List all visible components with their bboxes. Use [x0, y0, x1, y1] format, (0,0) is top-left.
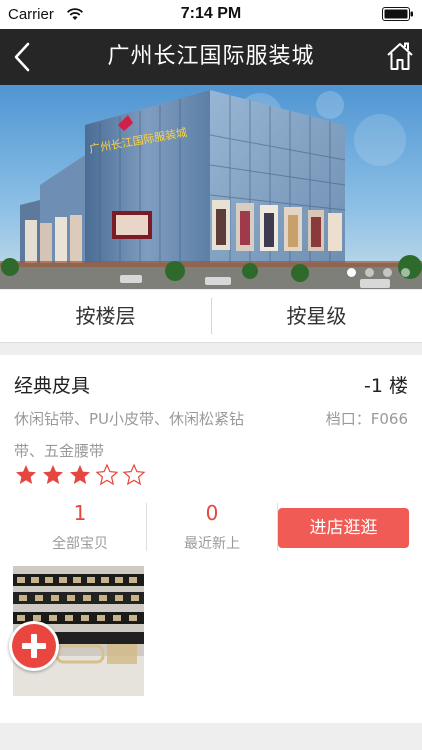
battery-icon [382, 7, 413, 21]
stat-label: 最近新上 [184, 536, 240, 552]
status-bar: Carrier 7:14 PM [0, 0, 422, 29]
star-empty-icon [95, 463, 119, 486]
tab-by-rating[interactable]: 按星级 [211, 290, 422, 342]
shop-description: 休闲钻带、PU小皮带、休闲松紧钻 带、五金腰带 [14, 403, 276, 467]
stat-value: 1 [73, 501, 87, 525]
home-icon[interactable] [386, 41, 414, 71]
carousel-dot[interactable] [365, 268, 374, 277]
enter-shop-button[interactable]: 进店逛逛 [278, 508, 409, 548]
stall-number: 档口：F066 [326, 403, 408, 435]
stall-code: F066 [370, 410, 408, 428]
filter-tabs: 按楼层 按星级 [0, 290, 422, 343]
tab-by-floor[interactable]: 按楼层 [0, 290, 211, 342]
plus-icon [12, 624, 56, 668]
banner-carousel[interactable]: 广州长江国际服装城 [0, 85, 422, 289]
star-filled-icon [70, 465, 90, 484]
shop-description-line: 休闲钻带、PU小皮带、休闲松紧钻 [14, 410, 245, 428]
stat-new-items[interactable]: 0 最近新上 [146, 501, 278, 553]
stat-label: 全部宝贝 [52, 536, 108, 552]
nav-bar: 广州长江国际服装城 [0, 29, 422, 85]
clock: 7:14 PM [180, 5, 242, 22]
carousel-dot[interactable] [401, 268, 410, 277]
carousel-dot[interactable] [383, 268, 392, 277]
chevron-left-icon[interactable] [10, 41, 34, 73]
star-filled-icon [43, 465, 63, 484]
star-rating [14, 463, 146, 487]
shop-floor: -1 楼 [364, 375, 408, 397]
star-filled-icon [16, 465, 36, 484]
shop-name: 经典皮具 [14, 375, 91, 397]
carousel-dot[interactable] [347, 268, 356, 277]
stat-all-items[interactable]: 1 全部宝贝 [14, 501, 146, 553]
star-empty-icon [122, 463, 146, 486]
stall-label: 档口： [325, 410, 371, 428]
carousel-indicator [347, 268, 410, 277]
mall-building-photo: 广州长江国际服装城 [0, 85, 422, 289]
stat-value: 0 [205, 501, 219, 525]
shop-card[interactable]: 经典皮具 -1 楼 休闲钻带、PU小皮带、休闲松紧钻 带、五金腰带 档口：F06… [0, 355, 422, 723]
page-title: 广州长江国际服装城 [107, 44, 315, 69]
add-button[interactable] [9, 621, 59, 671]
